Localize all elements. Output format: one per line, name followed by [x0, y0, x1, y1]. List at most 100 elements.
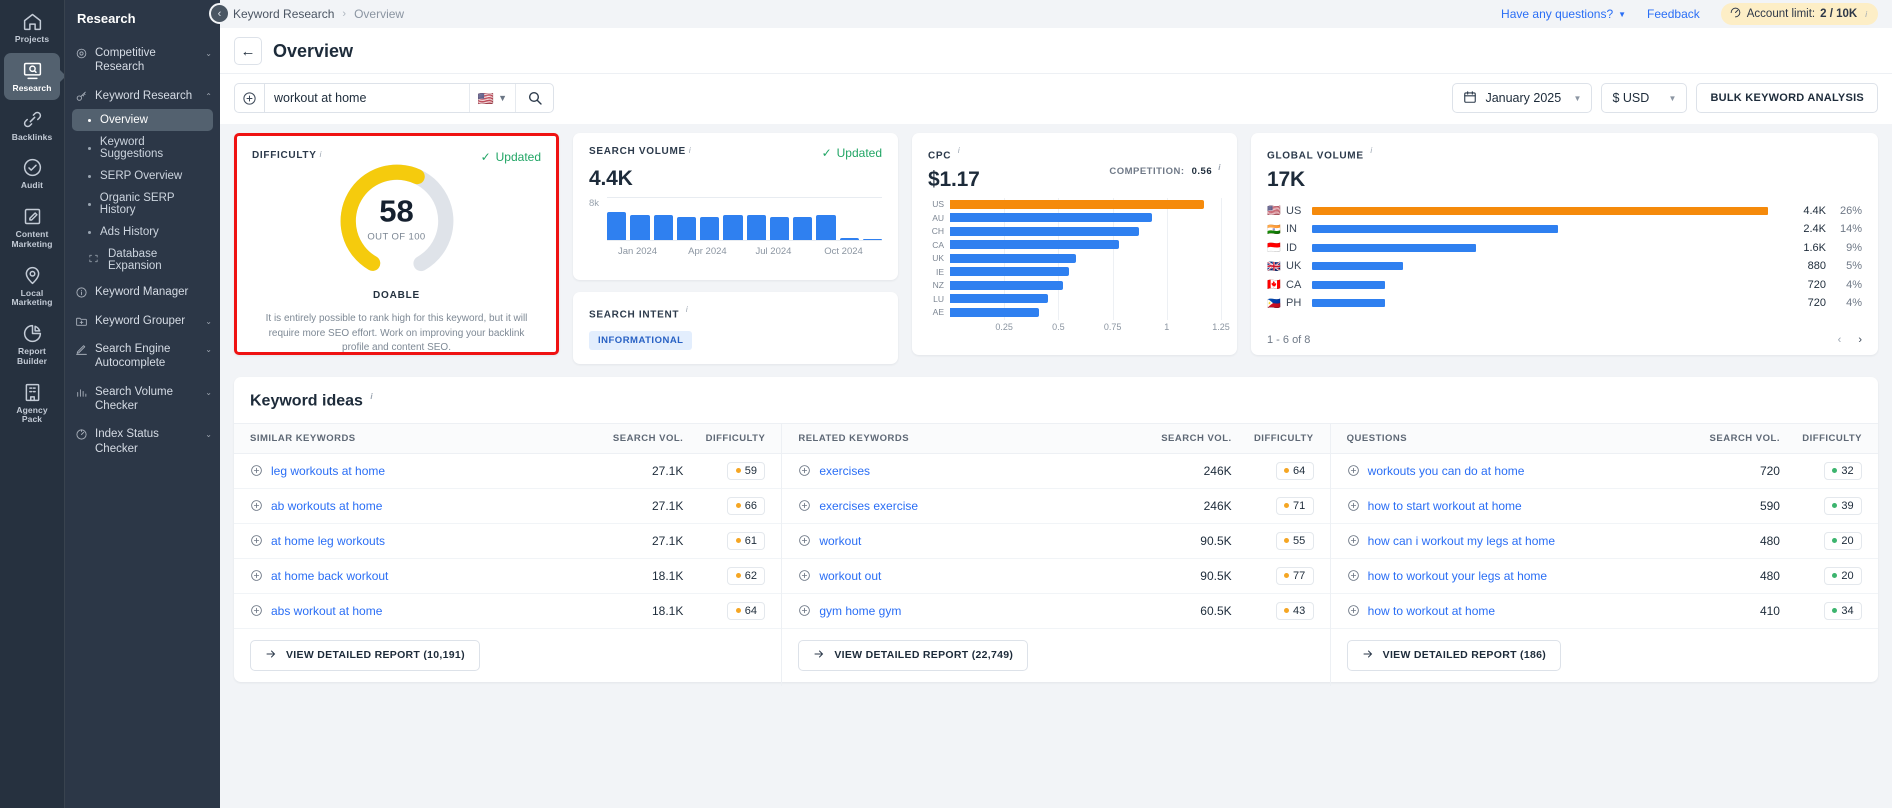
feedback-link[interactable]: Feedback	[1647, 7, 1700, 21]
global-volume-row: 🇮🇳 IN 2.4K 14%	[1267, 220, 1862, 239]
view-detailed-report-button[interactable]: VIEW DETAILED REPORT (22,749)	[798, 639, 1029, 671]
sidebar-item-label: Database Expansion	[108, 248, 162, 273]
keyword-link[interactable]: workout out	[819, 569, 881, 583]
keyword-link[interactable]: workout	[819, 534, 861, 548]
country-selector[interactable]: 🇺🇸 ▼	[468, 84, 515, 112]
page-header: ← Overview	[220, 28, 1892, 73]
chevron-down-icon: ▼	[498, 93, 507, 103]
keyword-link[interactable]: ab workouts at home	[271, 499, 382, 513]
rail-item-projects[interactable]: Projects	[4, 4, 60, 51]
keyword-link[interactable]: gym home gym	[819, 604, 901, 618]
rail-item-research[interactable]: Research	[4, 52, 60, 100]
sidebar-item-ads-history[interactable]: Ads History	[72, 221, 213, 243]
add-keyword-icon[interactable]	[250, 569, 263, 582]
keyword-link[interactable]: exercises exercise	[819, 499, 918, 513]
rail-item-content-marketing[interactable]: Content Marketing	[4, 199, 60, 256]
add-keyword-icon[interactable]	[1347, 464, 1360, 477]
key-icon	[75, 90, 88, 103]
add-keyword-icon[interactable]	[798, 569, 811, 582]
rail-item-local-marketing[interactable]: Local Marketing	[4, 258, 60, 315]
info-icon[interactable]: i	[689, 146, 691, 155]
search-input[interactable]	[265, 91, 469, 105]
add-keyword-icon[interactable]	[798, 604, 811, 617]
account-limit-badge[interactable]: Account limit: 2 / 10K i	[1720, 3, 1878, 25]
currency-selector[interactable]: $ USD ▼	[1601, 83, 1688, 113]
view-detailed-report-button[interactable]: VIEW DETAILED REPORT (186)	[1346, 639, 1562, 671]
info-icon[interactable]: i	[1865, 10, 1867, 19]
keyword-link[interactable]: at home leg workouts	[271, 534, 385, 548]
add-keyword-icon[interactable]	[1347, 604, 1360, 617]
nav-item-competitive-research[interactable]: Competitive Research ⌄	[65, 40, 220, 81]
date-range-selector[interactable]: January 2025 ▼	[1452, 83, 1593, 113]
breadcrumb-parent[interactable]: Keyword Research	[233, 7, 334, 21]
add-keyword-icon[interactable]	[798, 534, 811, 547]
sidebar-item-database-expansion[interactable]: Database Expansion	[72, 243, 213, 277]
keyword-link[interactable]: how to workout your legs at home	[1368, 569, 1547, 583]
search-submit-button[interactable]	[515, 84, 553, 112]
pager-next-button[interactable]: ›	[1858, 334, 1862, 346]
cpc-row: CH	[928, 225, 1221, 237]
search-volume-cell: 480	[1759, 568, 1780, 583]
cpc-value: $1.17	[928, 168, 980, 192]
cpc-bar-rows: US AU CH CA UK IE NZ LU AE	[928, 198, 1221, 318]
rail-item-backlinks[interactable]: Backlinks	[4, 102, 60, 149]
nav-item-keyword-research[interactable]: Keyword Research ⌃	[65, 83, 220, 109]
global-volume-bar	[1312, 299, 1385, 308]
nav-item-search-volume-checker[interactable]: Search Volume Checker ⌄	[65, 379, 220, 420]
keyword-link[interactable]: abs workout at home	[271, 604, 382, 618]
rail-item-agency-pack[interactable]: Agency Pack	[4, 375, 60, 432]
info-icon[interactable]: i	[370, 392, 372, 401]
keyword-link[interactable]: exercises	[819, 464, 870, 478]
info-icon[interactable]: i	[686, 305, 688, 314]
keyword-link[interactable]: leg workouts at home	[271, 464, 385, 478]
nav-item-index-status-checker[interactable]: Index Status Checker ⌄	[65, 421, 220, 462]
nav-item-keyword-manager[interactable]: Keyword Manager	[65, 279, 220, 305]
info-icon[interactable]: i	[1370, 146, 1372, 155]
info-icon[interactable]: i	[958, 146, 960, 155]
sidebar-item-overview[interactable]: Overview	[72, 109, 213, 132]
nav-item-label: Search Volume Checker	[95, 385, 173, 412]
add-keyword-icon[interactable]	[1347, 569, 1360, 582]
help-questions-link[interactable]: Have any questions? ▼	[1501, 7, 1626, 21]
sidebar-item-serp-overview[interactable]: SERP Overview	[72, 165, 213, 187]
nav-item-search-engine-autocomplete[interactable]: Search Engine Autocomplete ⌄	[65, 336, 220, 377]
keyword-link[interactable]: how to workout at home	[1368, 604, 1495, 618]
info-icon[interactable]: i	[1218, 163, 1221, 172]
add-keyword-icon[interactable]	[250, 534, 263, 547]
global-volume-percent: 9%	[1846, 241, 1862, 254]
rail-item-report-builder[interactable]: Report Builder	[4, 316, 60, 373]
add-keyword-icon[interactable]	[798, 464, 811, 477]
keyword-link[interactable]: workouts you can do at home	[1368, 464, 1525, 478]
global-volume-bar-track	[1312, 280, 1782, 289]
report-button-label: VIEW DETAILED REPORT (22,749)	[834, 649, 1014, 662]
keyword-link[interactable]: how can i workout my legs at home	[1368, 534, 1555, 548]
bulk-keyword-analysis-button[interactable]: BULK KEYWORD ANALYSIS	[1696, 83, 1878, 113]
keyword-ideas-title: Keyword ideas i	[234, 392, 1878, 422]
add-keyword-icon[interactable]	[250, 499, 263, 512]
keyword-ideas-columns: SIMILAR KEYWORDS SEARCH VOL. DIFFICULTY leg…	[234, 422, 1878, 686]
add-keyword-button[interactable]	[234, 83, 264, 113]
nav-item-keyword-grouper[interactable]: Keyword Grouper ⌄	[65, 308, 220, 334]
sidebar-item-organic-serp-history[interactable]: Organic SERP History	[72, 187, 213, 221]
difficulty-badge: 20	[1823, 566, 1862, 585]
cpc-bar	[950, 199, 1204, 209]
cpc-country-code: NZ	[932, 280, 944, 291]
keyword-link[interactable]: how to start workout at home	[1368, 499, 1522, 513]
add-keyword-icon[interactable]	[250, 464, 263, 477]
sidebar-item-keyword-suggestions[interactable]: Keyword Suggestions	[72, 131, 213, 165]
keyword-link[interactable]: at home back workout	[271, 569, 388, 583]
add-keyword-icon[interactable]	[250, 604, 263, 617]
collapse-sidebar-button[interactable]: ‹	[209, 3, 230, 24]
add-keyword-icon[interactable]	[1347, 534, 1360, 547]
add-keyword-icon[interactable]	[798, 499, 811, 512]
pager-prev-button[interactable]: ‹	[1838, 334, 1842, 346]
column-header-difficulty: DIFFICULTY	[1253, 432, 1314, 444]
back-button[interactable]: ←	[234, 37, 262, 65]
info-icon[interactable]: i	[320, 150, 322, 159]
rail-item-audit[interactable]: Audit	[4, 150, 60, 197]
breadcrumb-separator: ›	[342, 8, 347, 20]
cpc-row: CA	[928, 239, 1221, 251]
nav-item-label: Keyword Grouper	[95, 314, 186, 327]
add-keyword-icon[interactable]	[1347, 499, 1360, 512]
view-detailed-report-button[interactable]: VIEW DETAILED REPORT (10,191)	[250, 639, 480, 671]
